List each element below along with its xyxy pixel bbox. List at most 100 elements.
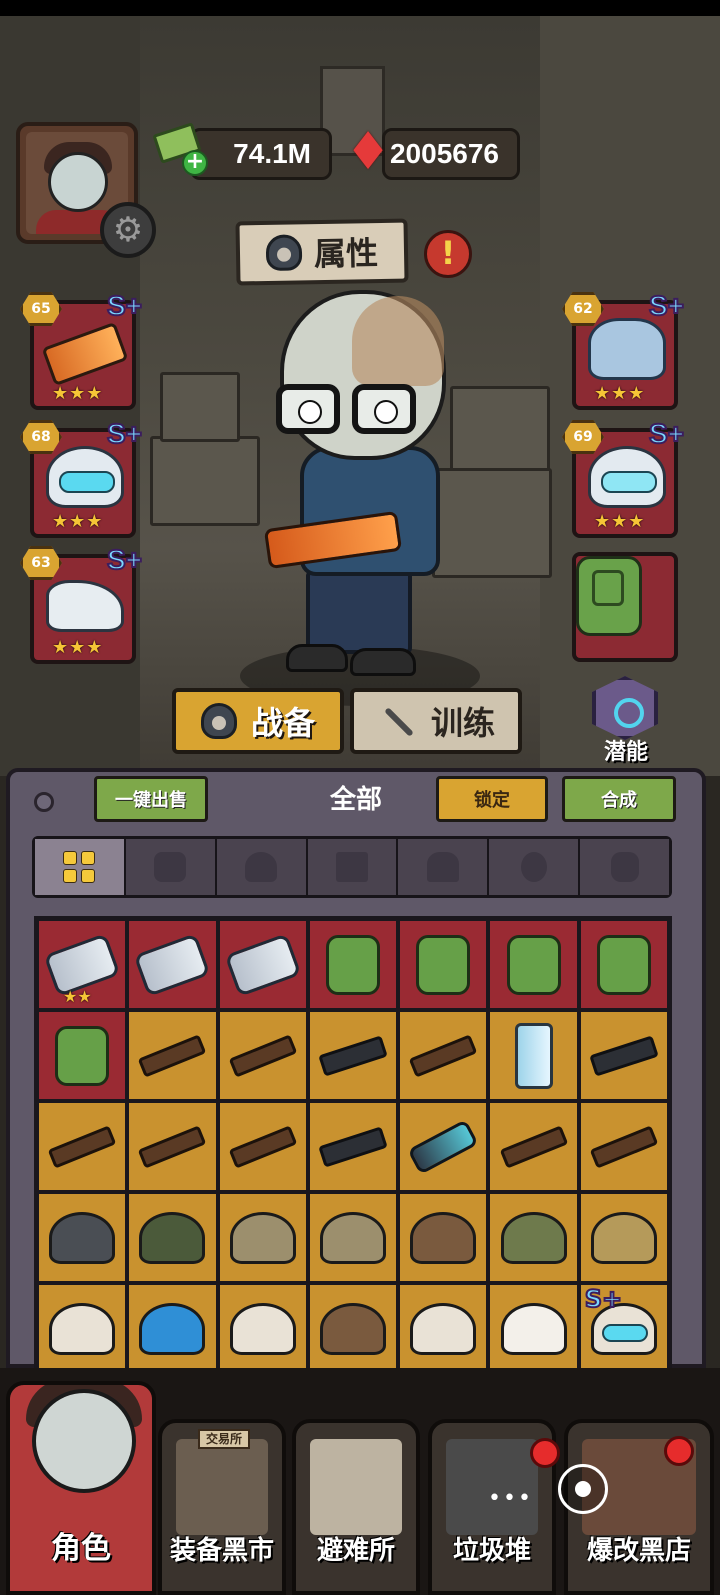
inventory-slot[interactable] — [307, 1010, 399, 1101]
helmet-fluff-icon — [500, 1302, 567, 1355]
shotgun-icon — [138, 1124, 207, 1169]
inventory-slot[interactable] — [488, 1010, 579, 1101]
inventory-slot[interactable] — [127, 1010, 218, 1101]
inventory-slot[interactable] — [217, 919, 308, 1010]
crate — [432, 468, 552, 578]
helmet-blue-icon — [139, 1302, 206, 1355]
star-rating: ★★ — [63, 987, 92, 1006]
inventory-slot[interactable] — [37, 1101, 128, 1192]
star-rating: ★★★ — [594, 383, 646, 404]
helmet-brown-icon — [319, 1302, 386, 1355]
attributes-button[interactable]: 属性 — [235, 218, 409, 286]
inventory-slot[interactable] — [217, 1010, 308, 1101]
equip-slot-backpack[interactable] — [572, 552, 678, 662]
inventory-slot[interactable] — [488, 919, 579, 1010]
inventory-slot[interactable] — [578, 1192, 669, 1283]
helmet-white-icon — [229, 1302, 296, 1355]
inventory-slot[interactable] — [37, 1010, 128, 1101]
bottom-nav: 角色 交易所 装备黑市 避难所 垃圾堆 爆改黑店 — [0, 1368, 720, 1595]
inventory-slot[interactable]: S+ — [578, 1283, 669, 1374]
inventory-slot[interactable] — [488, 1283, 579, 1374]
inventory-slot[interactable] — [127, 1101, 218, 1192]
inventory-slot[interactable] — [488, 1192, 579, 1283]
category-tab-masks[interactable] — [489, 839, 581, 895]
more-dots-icon[interactable]: ••• — [488, 1486, 533, 1511]
inventory-slot[interactable] — [217, 1192, 308, 1283]
merge-button[interactable]: 合成 — [562, 776, 676, 822]
body-armor-icon — [588, 318, 666, 380]
plasma-icon — [407, 1118, 479, 1175]
backpack-icon — [610, 852, 639, 882]
settings-gear-icon[interactable]: ⚙ — [100, 202, 156, 258]
filter-all-label[interactable]: 全部 — [256, 780, 456, 820]
inventory-slot[interactable] — [578, 919, 669, 1010]
inventory-slot[interactable] — [127, 1192, 218, 1283]
category-tab-helmets[interactable] — [216, 839, 308, 895]
inventory-slot[interactable] — [217, 1283, 308, 1374]
tab-gear[interactable]: 战备 — [172, 688, 344, 754]
tab-training[interactable]: 训练 — [350, 688, 522, 754]
character-bald-spot — [352, 296, 444, 386]
star-rating: ★★★ — [52, 383, 104, 404]
helmet-olive-icon — [500, 1211, 567, 1264]
ak-icon — [47, 1124, 117, 1169]
sell-all-button[interactable]: 一键出售 — [94, 776, 208, 822]
record-button-icon[interactable] — [558, 1464, 608, 1514]
helmet-white-icon — [410, 1302, 477, 1355]
inventory-slot[interactable] — [398, 919, 489, 1010]
inventory-slot[interactable] — [398, 1101, 489, 1192]
category-tab-armor[interactable] — [398, 839, 490, 895]
inventory-slot[interactable] — [307, 1101, 399, 1192]
inventory-slot[interactable] — [398, 1192, 489, 1283]
tab-training-label: 训练 — [430, 704, 495, 742]
nav-role[interactable]: 角色 — [6, 1381, 156, 1595]
inventory-slot[interactable] — [37, 1283, 128, 1374]
hood-icon — [200, 703, 237, 739]
mask-icon — [520, 852, 547, 882]
inventory-slot[interactable] — [127, 1283, 218, 1374]
category-tab-guns[interactable] — [125, 839, 217, 895]
inventory-slot[interactable]: ★★ — [37, 919, 128, 1010]
potential-button[interactable]: 潜能 — [582, 676, 670, 766]
backpack-icon — [576, 556, 642, 636]
nav-equipment-market[interactable]: 交易所 装备黑市 — [158, 1419, 286, 1595]
inventory-slot[interactable] — [578, 1101, 669, 1192]
boots-icon — [46, 580, 124, 632]
category-tab-all[interactable] — [35, 839, 126, 895]
star-rating: ★★★ — [52, 637, 104, 658]
inventory-slot[interactable] — [398, 1283, 489, 1374]
character-legs — [306, 570, 412, 654]
inventory-slot[interactable] — [578, 1010, 669, 1101]
potential-label: 潜能 — [603, 740, 648, 765]
helmet-icon — [46, 446, 124, 508]
category-tab-backpacks[interactable] — [580, 839, 670, 895]
inventory-slot[interactable] — [307, 1283, 399, 1374]
tube-icon — [514, 1022, 553, 1089]
exclamation-alert-icon[interactable]: ! — [424, 230, 472, 278]
inventory-slot[interactable] — [488, 1101, 579, 1192]
inventory-slot[interactable] — [398, 1010, 489, 1101]
star-rating: ★★★ — [594, 511, 646, 532]
bag-icon — [416, 934, 471, 995]
cash-add-icon[interactable]: + — [152, 118, 208, 176]
inventory-slot[interactable] — [37, 1192, 128, 1283]
crate — [150, 436, 260, 526]
inventory-slot[interactable] — [307, 919, 399, 1010]
carbine-icon — [589, 1034, 659, 1077]
equip-slot-armor[interactable]: 62 S+ ★★★ — [562, 289, 685, 410]
lock-button[interactable]: 锁定 — [436, 776, 548, 822]
category-tab-pants[interactable] — [307, 839, 399, 895]
nav-shelter[interactable]: 避难所 — [292, 1419, 420, 1595]
inventory-slot[interactable] — [307, 1192, 399, 1283]
helmet-icon — [245, 852, 278, 882]
helmet-dark-icon — [49, 1211, 116, 1264]
rank-badge: S+ — [106, 289, 143, 322]
inventory-slot[interactable] — [127, 919, 218, 1010]
tab-gear-label: 战备 — [250, 704, 315, 742]
inventory-slot[interactable] — [217, 1101, 308, 1192]
equip-slot-weapon[interactable]: 65 S+ ★★★ — [20, 289, 143, 410]
equip-slot-helmet[interactable]: 68 S+ ★★★ — [20, 417, 143, 538]
equip-slot-boots[interactable]: 63 S+ ★★★ — [20, 543, 143, 664]
bag-icon — [55, 1025, 110, 1086]
equip-slot-headgear[interactable]: 69 S+ ★★★ — [562, 417, 685, 538]
